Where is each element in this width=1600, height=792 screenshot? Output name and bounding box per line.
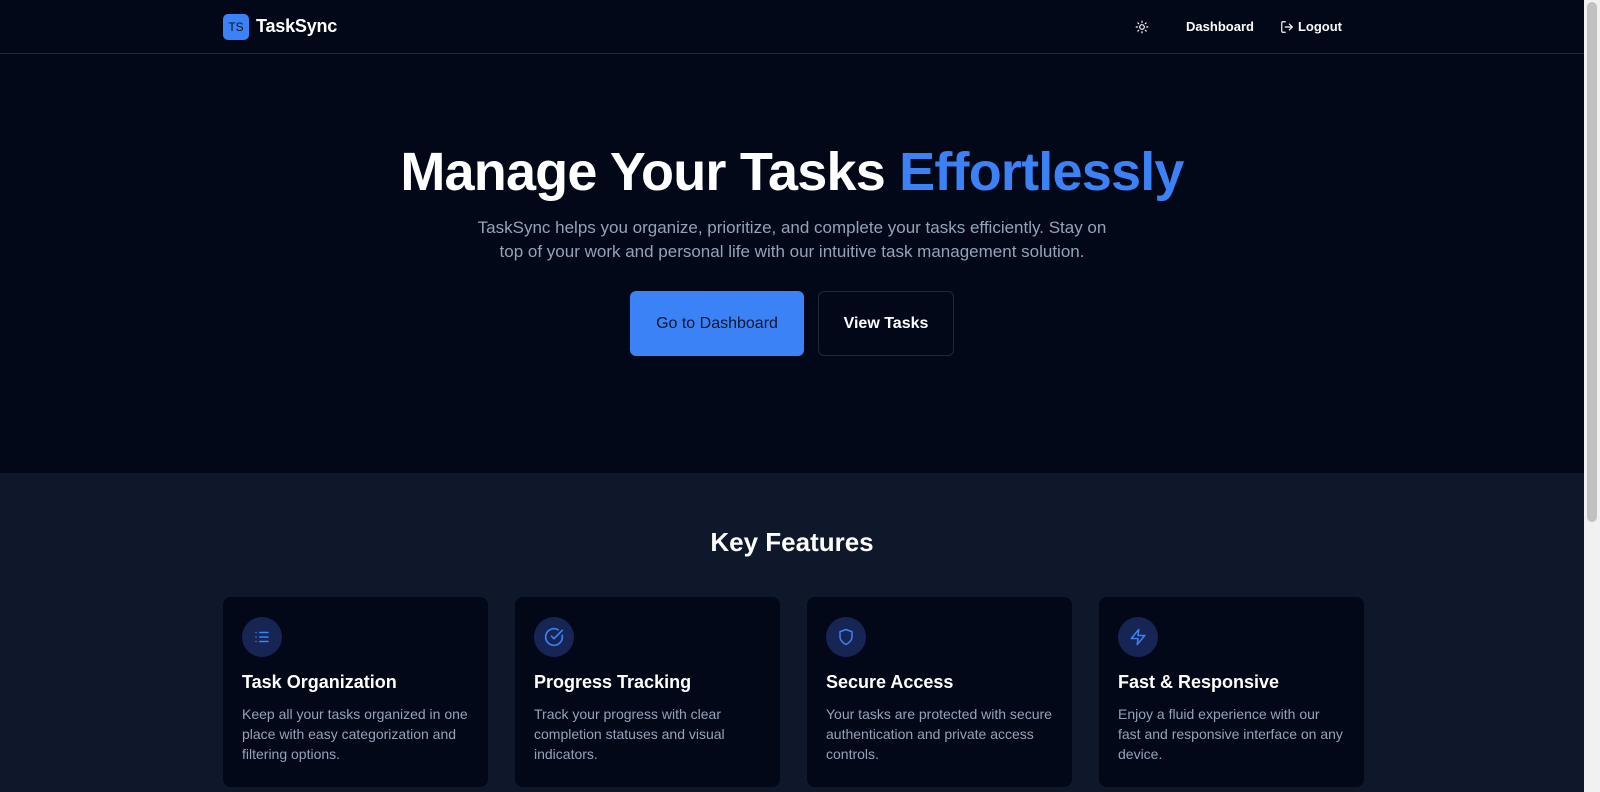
nav-link-dashboard[interactable]: Dashboard [1186, 19, 1254, 34]
sun-icon [1135, 20, 1149, 33]
view-tasks-button[interactable]: View Tasks [818, 291, 954, 356]
features-title: Key Features [710, 527, 874, 557]
hero-title: Manage Your Tasks Effortlessly [0, 142, 1584, 202]
lightning-icon [1118, 617, 1158, 657]
features-section: Key Features Task Organization Keep all … [0, 473, 1584, 792]
brand-name: TaskSync [256, 16, 338, 36]
feature-card-fast-responsive: Fast & Responsive Enjoy a fluid experien… [1099, 597, 1364, 787]
logout-label: Logout [1297, 19, 1342, 34]
feature-card-title: Secure Access [826, 672, 954, 692]
feature-card-description: Enjoy a fluid experience with our fast a… [1118, 706, 1343, 762]
feature-card-description: Your tasks are protected with secure aut… [826, 706, 1052, 762]
hero-section: Manage Your Tasks Effortlessly TaskSync … [0, 54, 1584, 473]
brand-logo[interactable]: TS TaskSync [223, 13, 338, 40]
top-navigation-bar: TS TaskSync Dashboard Logout [0, 0, 1584, 54]
feature-card-task-organization: Task Organization Keep all your tasks or… [223, 597, 488, 787]
feature-cards: Task Organization Keep all your tasks or… [223, 597, 1584, 787]
logo-badge: TS [223, 13, 249, 40]
hero-subtitle: TaskSync helps you organize, prioritize,… [477, 218, 1107, 261]
logout-icon [1281, 20, 1293, 33]
feature-card-title: Task Organization [242, 672, 397, 692]
feature-card-title: Progress Tracking [534, 672, 692, 692]
scrollbar-thumb[interactable] [1587, 2, 1597, 522]
feature-card-description: Track your progress with clear completio… [534, 706, 725, 762]
shield-icon [826, 617, 866, 657]
hero-title-main: Manage Your Tasks [400, 142, 900, 202]
feature-card-description: Keep all your tasks organized in one pla… [242, 706, 468, 762]
feature-card-title: Fast & Responsive [1118, 672, 1280, 692]
feature-card-progress-tracking: Progress Tracking Track your progress wi… [515, 597, 780, 787]
hero-actions: Go to Dashboard View Tasks [0, 291, 1584, 356]
go-to-dashboard-button[interactable]: Go to Dashboard [630, 291, 804, 356]
logout-button[interactable]: Logout [1280, 19, 1342, 34]
main-nav: Dashboard Logout [1132, 17, 1342, 37]
list-icon [242, 617, 282, 657]
feature-card-secure-access: Secure Access Your tasks are protected w… [807, 597, 1072, 787]
page-scrollbar[interactable] [1584, 0, 1600, 792]
page: TS TaskSync Dashboard Logout Manage Your… [0, 0, 1584, 792]
hero-title-accent: Effortlessly [899, 142, 1184, 202]
check-circle-icon [534, 617, 574, 657]
theme-toggle-button[interactable] [1132, 17, 1152, 37]
